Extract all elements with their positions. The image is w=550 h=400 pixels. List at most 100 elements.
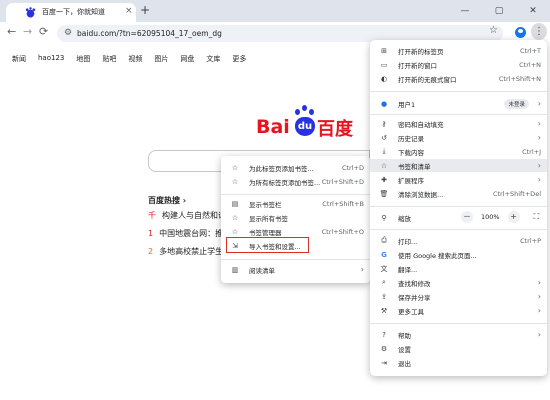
exit-icon: ⇥ <box>381 358 387 367</box>
nav-link-tieba[interactable]: 贴吧 <box>102 54 116 64</box>
fullscreen-icon[interactable]: ⛶ <box>534 212 540 222</box>
menu-item-save-share[interactable]: ⇪ 保存并分享 › <box>370 290 547 303</box>
forward-button[interactable]: → <box>23 25 32 38</box>
nav-link-news[interactable]: 新闻 <box>12 54 26 64</box>
chevron-right-icon: › <box>537 292 541 301</box>
hot-item-rank: 1 <box>148 229 154 238</box>
menu-item-more-tools[interactable]: ⚒ 更多工具 › <box>370 304 547 317</box>
logo-latin: Bai <box>256 116 290 138</box>
baidu-favicon-icon <box>25 7 36 18</box>
star-icon: ☆ <box>231 213 239 222</box>
menu-item-bookmark-all-tabs[interactable]: ☆ 为所有标签页添加书签... Ctrl+Shift+D <box>221 175 370 188</box>
menu-divider <box>370 114 547 115</box>
menu-item-exit[interactable]: ⇥ 退出 <box>370 356 547 369</box>
menu-item-reading-list[interactable]: ▥ 阅读清单 › <box>221 263 370 276</box>
menu-item-passwords[interactable]: ⚷ 密码和自动填充 › <box>370 117 547 130</box>
logo-paw-toe <box>295 109 300 115</box>
menu-item-translate[interactable]: 文 翻译... <box>370 262 547 275</box>
chevron-right-icon: › <box>537 330 541 339</box>
nav-link-wenku[interactable]: 文库 <box>206 54 220 64</box>
baidu-top-nav: 新闻 hao123 地图 贴吧 视频 图片 网盘 文库 更多 <box>12 54 258 64</box>
history-icon: ↺ <box>381 133 387 142</box>
logo-paw: du <box>295 117 315 136</box>
hot-search-title[interactable]: 百度热搜 › <box>148 195 186 206</box>
menu-item-show-all-bookmarks[interactable]: ☆ 显示所有书签 <box>221 211 370 224</box>
chevron-right-icon: › <box>537 306 541 315</box>
menu-divider <box>370 206 547 207</box>
menu-item-help[interactable]: ? 帮助 › <box>370 328 547 341</box>
hot-item[interactable]: 千构建人与自然和谐 <box>148 210 226 221</box>
menu-item-print[interactable]: ⎙ 打印... Ctrl+P <box>370 234 547 247</box>
back-button[interactable]: ← <box>7 25 16 38</box>
google-icon: G <box>381 250 387 259</box>
menu-item-settings[interactable]: ⚙ 设置 <box>370 342 547 355</box>
chevron-right-icon: › <box>537 161 541 170</box>
tab-strip: 百度一下，你就知道 × + — ▢ ✕ <box>0 0 550 22</box>
menu-item-profile[interactable]: ● 用户1 未登录 › <box>370 97 547 110</box>
logo-chinese: 百度 <box>317 119 353 140</box>
maximize-button[interactable]: ▢ <box>482 0 516 22</box>
zoom-in-button[interactable]: + <box>507 211 520 223</box>
profile-icon: ● <box>380 99 388 108</box>
hot-item[interactable]: 2 多地高校禁止学生 <box>148 246 223 257</box>
menu-divider <box>370 323 547 324</box>
zoom-out-button[interactable]: － <box>461 211 473 223</box>
tab-baidu[interactable]: 百度一下，你就知道 × <box>6 3 136 22</box>
help-icon: ? <box>382 330 386 339</box>
hot-item-rank: 2 <box>148 247 154 256</box>
nav-link-image[interactable]: 图片 <box>154 54 168 64</box>
translate-icon: 文 <box>380 264 388 273</box>
nav-link-hao123[interactable]: hao123 <box>38 54 64 64</box>
hot-item-text: 中国地震台网：推 <box>159 229 224 238</box>
tab-close-icon[interactable]: × <box>125 6 133 16</box>
star-icon: ☆ <box>231 163 239 172</box>
nav-link-pan[interactable]: 网盘 <box>180 54 194 64</box>
hot-item[interactable]: 1 中国地震台网：推 <box>148 228 223 239</box>
bookmark-star-icon[interactable]: ☆ <box>489 25 498 36</box>
puzzle-icon: ✚ <box>381 175 387 184</box>
menu-item-downloads[interactable]: ⤓ 下载内容 Ctrl+J <box>370 145 547 158</box>
menu-item-new-tab[interactable]: ⊞ 打开新的标签页 Ctrl+T <box>370 44 547 57</box>
incognito-icon: ◐ <box>380 74 388 83</box>
menu-item-show-bookmarks-bar[interactable]: ▤ 显示书签栏 Ctrl+Shift+B <box>221 197 370 210</box>
menu-item-google-search[interactable]: G 使用 Google 搜索此页面... <box>370 248 547 261</box>
close-window-button[interactable]: ✕ <box>516 0 550 22</box>
tools-icon: ⚒ <box>380 306 388 315</box>
zoom-level: 100% <box>481 213 500 221</box>
key-icon: ⚷ <box>381 119 387 128</box>
chevron-right-icon: › <box>537 119 541 128</box>
chevron-right-icon: › <box>537 99 541 108</box>
menu-divider <box>370 91 547 92</box>
menu-item-incognito[interactable]: ◐ 打开新的无痕式窗口 Ctrl+Shift+N <box>370 72 547 85</box>
print-icon: ⎙ <box>381 236 387 244</box>
menu-item-clear-data[interactable]: 🗑 清除浏览数据... Ctrl+Shift+Del <box>370 187 547 200</box>
star-icon: ☆ <box>231 177 239 186</box>
minimize-button[interactable]: — <box>448 0 482 22</box>
menu-divider <box>221 194 370 195</box>
chrome-menu-button[interactable]: ⋮ <box>531 23 547 40</box>
baidu-logo: Bai du 百度 <box>256 104 376 144</box>
url-text[interactable]: baidu.com/?tn=62095104_17_oem_dg <box>77 29 222 38</box>
chevron-right-icon: › <box>360 265 364 274</box>
chevron-right-icon: › <box>537 175 541 184</box>
menu-item-new-window[interactable]: ▭ 打开新的窗口 Ctrl+N <box>370 58 547 71</box>
menu-item-bookmarks[interactable]: ☆ 书签和清单 › <box>370 159 547 172</box>
bookmarks-bar-icon: ▤ <box>231 199 239 208</box>
site-info-icon[interactable]: ⚙ <box>64 28 72 38</box>
hot-item-text: 多地高校禁止学生 <box>159 247 224 256</box>
menu-item-extensions[interactable]: ✚ 扩展程序 › <box>370 173 547 186</box>
find-icon: ⌕ <box>382 278 386 286</box>
zoom-controls: － 100% + ⛶ <box>461 211 539 223</box>
nav-link-map[interactable]: 地图 <box>76 54 90 64</box>
menu-item-add-bookmark[interactable]: ☆ 为此标签页添加书签... Ctrl+D <box>221 161 370 174</box>
nav-link-video[interactable]: 视频 <box>128 54 142 64</box>
reload-button[interactable]: ⟳ <box>39 25 48 38</box>
menu-divider <box>370 229 547 230</box>
menu-item-find-edit[interactable]: ⌕ 查找和修改 › <box>370 276 547 289</box>
chevron-right-icon: › <box>537 133 541 142</box>
profile-icon[interactable] <box>515 27 526 38</box>
nav-link-more[interactable]: 更多 <box>232 54 246 64</box>
menu-divider <box>221 259 370 260</box>
menu-item-history[interactable]: ↺ 历史记录 › <box>370 131 547 144</box>
new-tab-button[interactable]: + <box>140 3 150 17</box>
